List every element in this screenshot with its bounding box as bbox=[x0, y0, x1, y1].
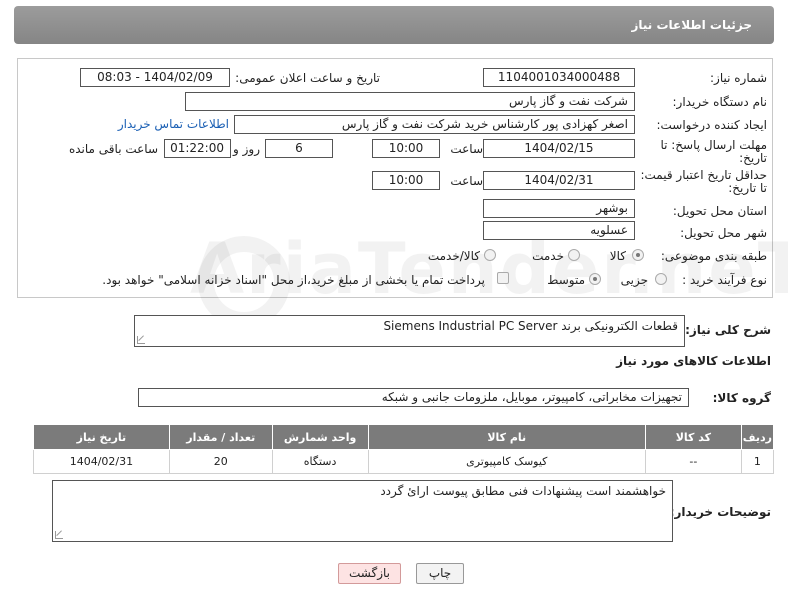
reply-deadline-label-2: تاریخ: bbox=[739, 151, 767, 165]
buyer-notes-textarea[interactable]: خواهشمند است پیشنهادات فنی مطابق پیوست ا… bbox=[52, 480, 673, 542]
category-goods-radio[interactable] bbox=[632, 249, 644, 261]
need-number-label: شماره نیاز: bbox=[710, 71, 767, 85]
announce-date-field: 1404/02/09 - 08:03 bbox=[80, 68, 230, 87]
back-button[interactable]: بازگشت bbox=[338, 563, 401, 584]
buyer-org-field: شرکت نفت و گاز پارس bbox=[185, 92, 635, 111]
process-medium-label: متوسط bbox=[547, 273, 585, 287]
reply-deadline-time-field: 10:00 bbox=[372, 139, 440, 158]
col-row: ردیف bbox=[740, 424, 775, 450]
buyer-org-label: نام دستگاه خریدار: bbox=[672, 95, 768, 109]
category-goods-label: کالا bbox=[609, 249, 626, 263]
treasury-payment-checkbox[interactable] bbox=[497, 272, 509, 284]
category-service-radio[interactable] bbox=[568, 249, 580, 261]
price-validity-label: حداقل تاریخ اعتبار قیمت: bbox=[640, 168, 767, 182]
process-minor-label: جزیی bbox=[620, 273, 648, 287]
cell-need-date: 1404/02/31 bbox=[33, 449, 170, 474]
buyer-notes-label: توضیحات خریدار: bbox=[669, 505, 771, 519]
summary-text: قطعات الکترونیکی برند Siemens Industrial… bbox=[383, 319, 678, 333]
announce-date-label: تاریخ و ساعت اعلان عمومی: bbox=[235, 71, 380, 85]
col-need-date: تاریخ نیاز bbox=[33, 424, 170, 450]
remaining-time-label: ساعت باقی مانده bbox=[68, 142, 158, 156]
price-validity-date-field: 1404/02/31 bbox=[483, 171, 635, 190]
table-row: 1 -- کیوسک کامپیوتری دستگاه 20 1404/02/3… bbox=[33, 449, 775, 474]
price-time-label: ساعت bbox=[450, 174, 483, 188]
city-label: شهر محل تحویل: bbox=[680, 226, 767, 240]
process-minor-radio[interactable] bbox=[655, 273, 667, 285]
print-button[interactable]: چاپ bbox=[416, 563, 464, 584]
resize-grip-icon[interactable] bbox=[55, 531, 63, 539]
treasury-payment-note: پرداخت تمام یا بخشی از مبلغ خرید،از محل … bbox=[102, 273, 485, 287]
cell-code: -- bbox=[644, 449, 742, 474]
process-medium-radio[interactable] bbox=[589, 273, 601, 285]
goods-table: ردیف کد کالا نام کالا واحد شمارش تعداد /… bbox=[33, 424, 775, 474]
cell-row: 1 bbox=[740, 449, 775, 474]
province-field: بوشهر bbox=[483, 199, 635, 218]
creator-label: ایجاد کننده درخواست: bbox=[656, 118, 767, 132]
col-quantity: تعداد / مقدار bbox=[168, 424, 273, 450]
category-service-label: خدمت bbox=[532, 249, 564, 263]
goods-group-field: تجهیزات مخابراتی، کامپیوتر، موبایل، ملزو… bbox=[138, 388, 689, 407]
need-number-field: 1104001034000488 bbox=[483, 68, 635, 87]
cell-quantity: 20 bbox=[168, 449, 273, 474]
remaining-time-field: 01:22:00 bbox=[164, 139, 231, 158]
remaining-days-field: 6 bbox=[265, 139, 333, 158]
col-unit: واحد شمارش bbox=[271, 424, 369, 450]
category-label: طبقه بندی موضوعی: bbox=[660, 249, 767, 263]
col-code: کد کالا bbox=[644, 424, 742, 450]
cell-name: کیوسک کامپیوتری bbox=[367, 449, 646, 474]
watermark-text: AriaTender.neT bbox=[190, 228, 788, 310]
days-label: روز و bbox=[233, 142, 260, 156]
province-label: استان محل تحویل: bbox=[672, 204, 767, 218]
page-header: جزئیات اطلاعات نیاز bbox=[14, 6, 774, 44]
city-field: عسلویه bbox=[483, 221, 635, 240]
reply-deadline-date-field: 1404/02/15 bbox=[483, 139, 635, 158]
buyer-notes-text: خواهشمند است پیشنهادات فنی مطابق پیوست ا… bbox=[380, 484, 666, 498]
category-both-label: کالا/خدمت bbox=[427, 249, 480, 263]
resize-grip-icon[interactable] bbox=[137, 336, 145, 344]
col-name: نام کالا bbox=[367, 424, 646, 450]
summary-label: شرح کلی نیاز: bbox=[685, 323, 771, 337]
goods-group-label: گروه کالا: bbox=[712, 391, 771, 405]
reply-deadline-label: مهلت ارسال پاسخ: تا bbox=[660, 138, 767, 152]
creator-field: اصغر کهزادی پور کارشناس خرید شرکت نفت و … bbox=[234, 115, 635, 134]
price-validity-label-2: تا تاریخ: bbox=[728, 181, 767, 195]
buyer-contact-link[interactable]: اطلاعات تماس خریدار bbox=[118, 117, 229, 131]
process-label: نوع فرآیند خرید : bbox=[682, 273, 767, 287]
category-both-radio[interactable] bbox=[484, 249, 496, 261]
summary-textarea[interactable]: قطعات الکترونیکی برند Siemens Industrial… bbox=[134, 315, 685, 347]
reply-time-label: ساعت bbox=[450, 142, 483, 156]
goods-table-header: ردیف کد کالا نام کالا واحد شمارش تعداد /… bbox=[33, 424, 775, 450]
goods-section-title: اطلاعات کالاهای مورد نیاز bbox=[616, 354, 771, 368]
price-validity-time-field: 10:00 bbox=[372, 171, 440, 190]
page-title: جزئیات اطلاعات نیاز bbox=[631, 18, 752, 32]
cell-unit: دستگاه bbox=[271, 449, 369, 474]
